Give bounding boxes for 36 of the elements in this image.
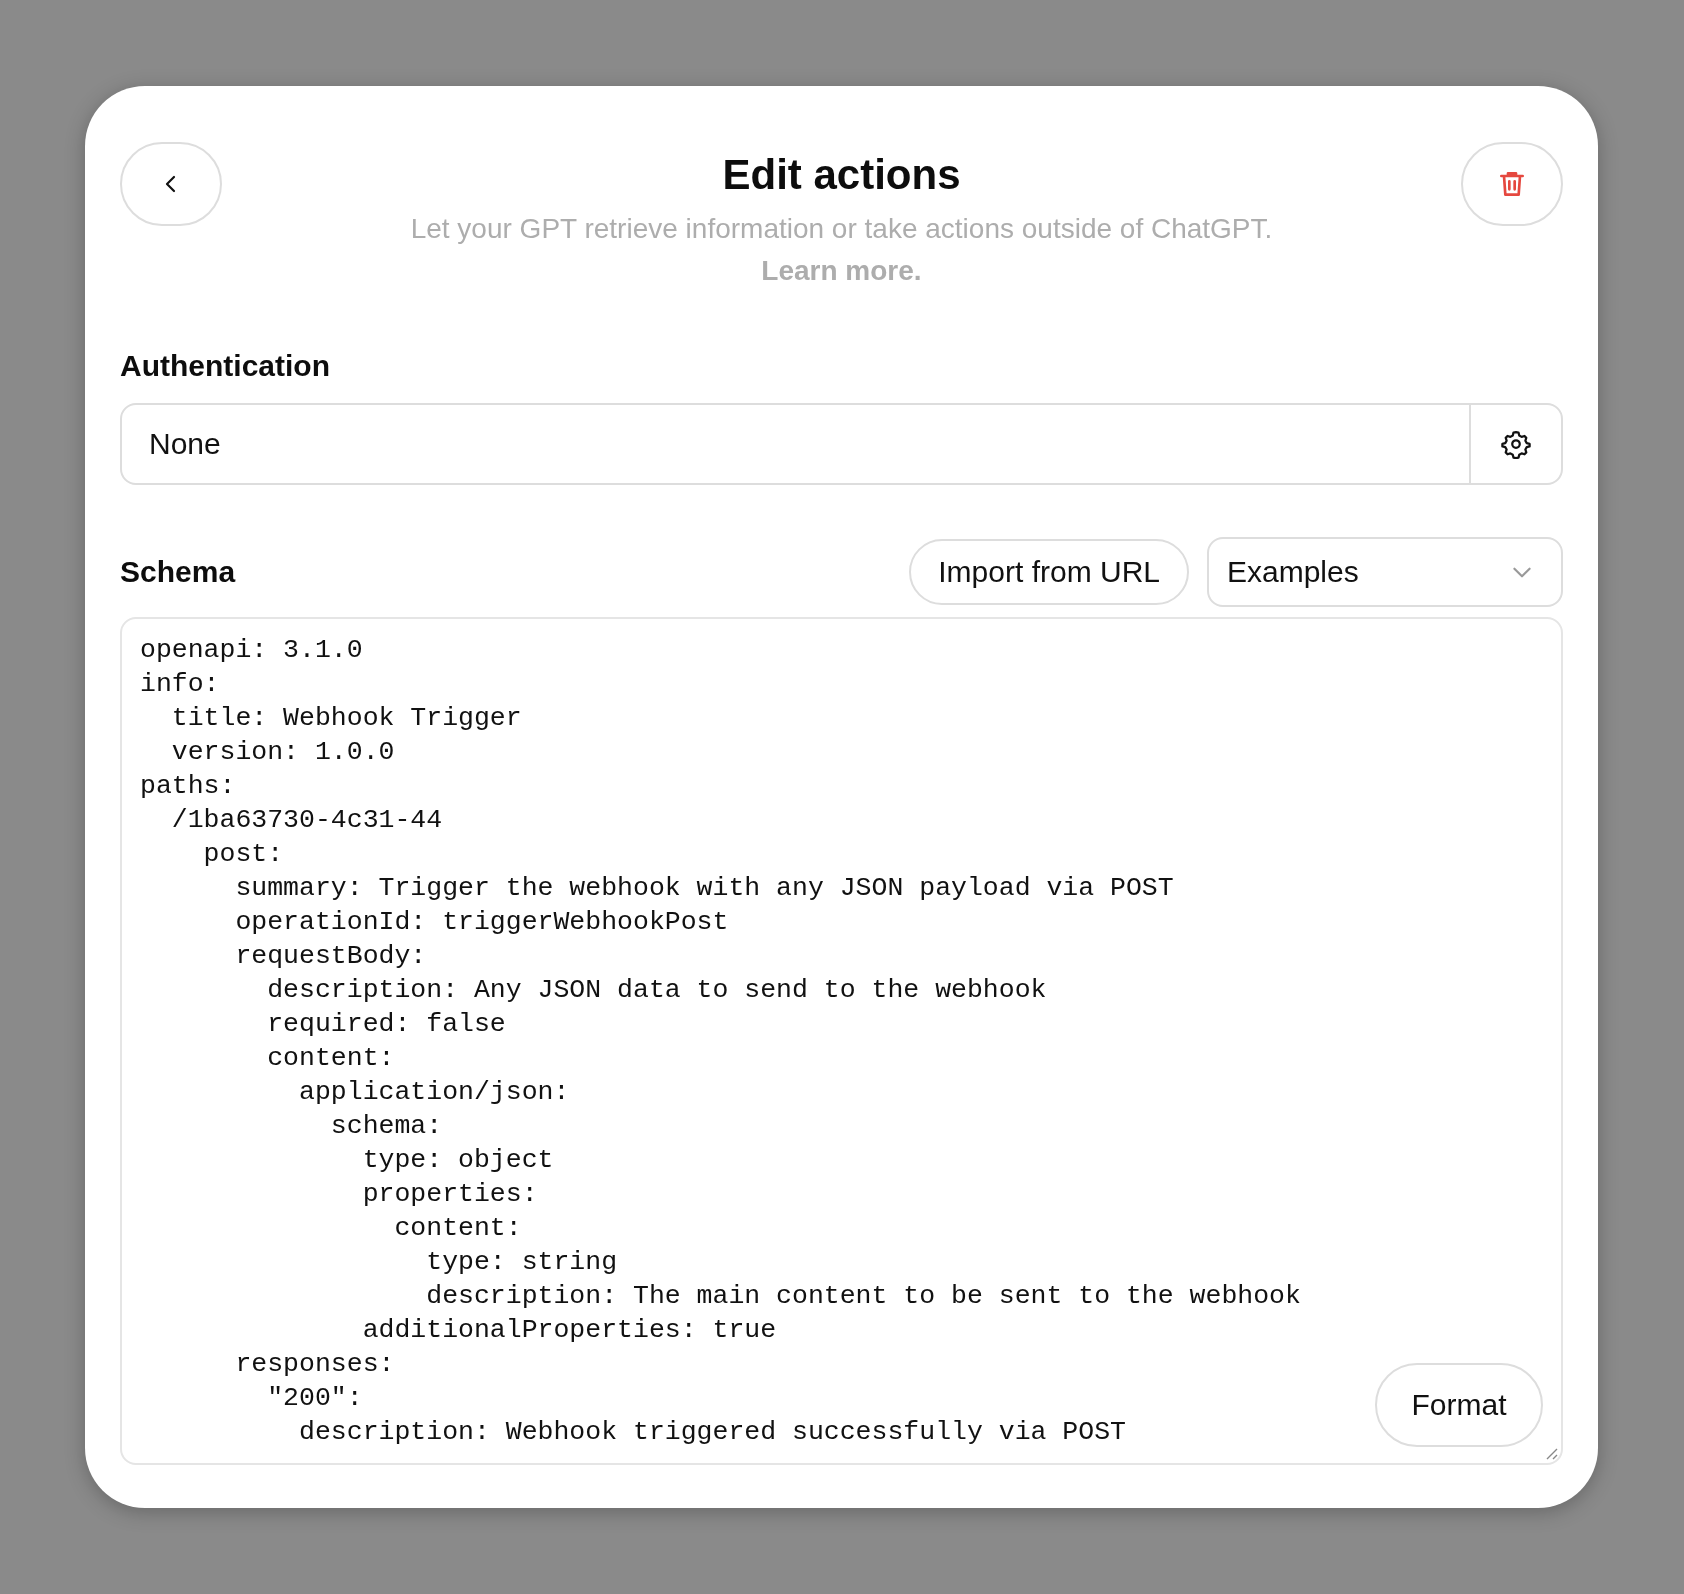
section-label: Schema [120, 555, 237, 589]
code-line: responses: [234, 1348, 395, 1381]
code-line: operationId: triggerWebhookPost [234, 906, 729, 939]
code-line: properties: [361, 1178, 538, 1211]
code-line: description: Webhook triggered successfully via POST [298, 1416, 1126, 1449]
code-line: post: [202, 838, 284, 871]
code-line: info: [140, 668, 220, 701]
field-value: None [148, 427, 222, 461]
code-line: version: 1.0.0 [170, 736, 395, 769]
code-line: paths: [140, 770, 236, 803]
code-line: /1ba63730-4c31-44 [170, 804, 443, 837]
code-line: content: [266, 1042, 395, 1075]
code-line: openapi: 3.1.0 [140, 634, 363, 667]
code-line: required: false [266, 1008, 506, 1041]
code-line: type: string [425, 1246, 618, 1279]
code-editor[interactable] [120, 617, 1563, 1465]
dialog-title: Edit actions [722, 151, 961, 199]
format-button[interactable]: Format [1375, 1363, 1543, 1447]
code-line: additionalProperties: true [361, 1314, 777, 1347]
subtitle: Let your GPT retrieve information or take actions outside of ChatGPT. [410, 213, 1273, 245]
code-line: "200": [266, 1382, 363, 1415]
authentication-field[interactable]: None [120, 403, 1563, 485]
code-line: description: Any JSON data to send to the webhook [266, 974, 1047, 1007]
examples-dropdown[interactable]: Examples [1207, 537, 1563, 607]
code-line: summary: Trigger the webhook with any JSON payload via POST [234, 872, 1174, 905]
section-label: Authentication [120, 349, 331, 383]
code-line: application/json: [298, 1076, 570, 1109]
code-line: schema: [329, 1110, 443, 1143]
import-button[interactable]: Import from URL [909, 539, 1189, 605]
dropdown-value: Examples [1227, 555, 1359, 589]
code-line: description: The main content to be sent to the webhook [425, 1280, 1301, 1313]
code-line: content: [393, 1212, 522, 1245]
code-line: requestBody: [234, 940, 427, 973]
code-line: title: Webhook Trigger [170, 702, 522, 735]
code-line: type: object [361, 1144, 554, 1177]
settings-icon[interactable] [1501, 429, 1531, 459]
